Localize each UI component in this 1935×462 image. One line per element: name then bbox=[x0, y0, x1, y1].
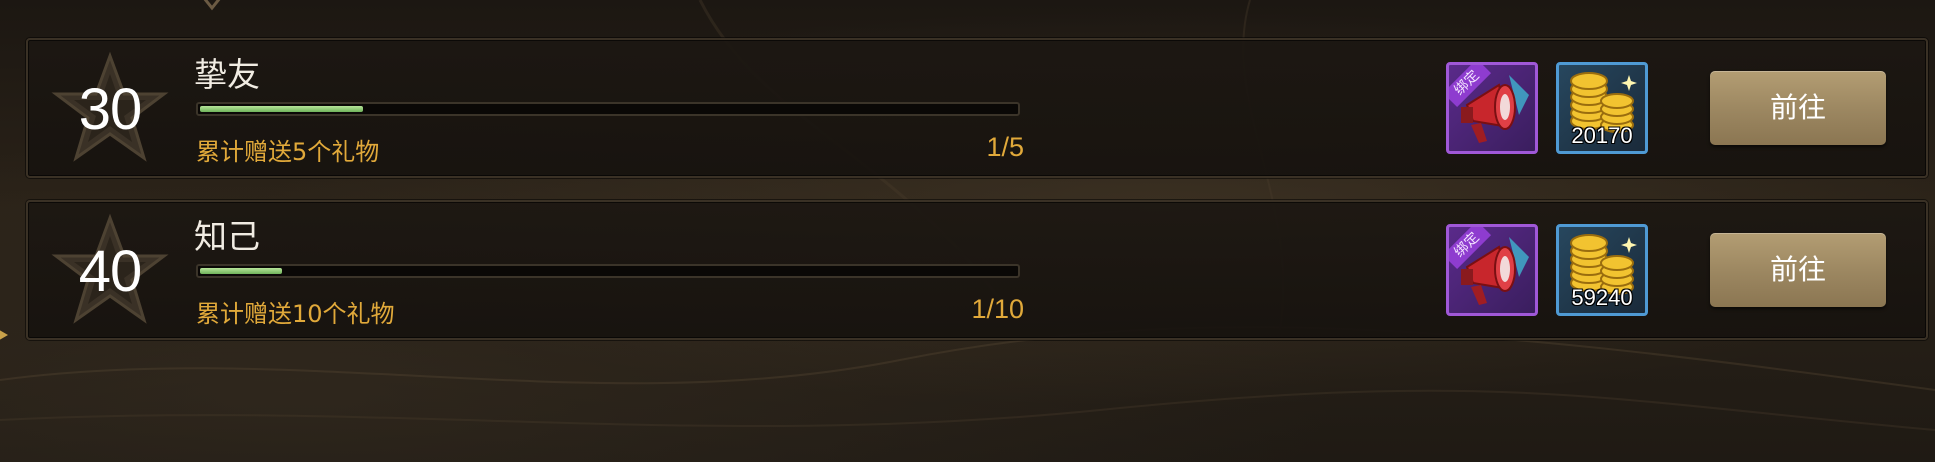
reward-count: 59240 bbox=[1571, 285, 1633, 310]
go-button[interactable]: 前往 bbox=[1710, 71, 1886, 145]
task-description: 累计赠送5个礼物 bbox=[196, 138, 380, 166]
progress-bar bbox=[196, 102, 1020, 116]
reward-count: 20170 bbox=[1571, 123, 1633, 148]
reward-item-megaphone[interactable]: 绑定 bbox=[1446, 62, 1538, 154]
progress-fill bbox=[200, 268, 282, 274]
reward-item-megaphone[interactable]: 绑定 bbox=[1446, 224, 1538, 316]
reward-item-gold[interactable]: 59240 bbox=[1556, 224, 1648, 316]
top-ornament-icon bbox=[203, 0, 221, 11]
left-ornament-icon bbox=[0, 330, 8, 340]
task-progress-count: 1/10 bbox=[971, 294, 1024, 324]
task-row-40: 40 知己 累计赠送10个礼物 1/10 绑定 59240 前往 bbox=[26, 200, 1928, 340]
task-description: 累计赠送10个礼物 bbox=[196, 300, 395, 328]
level-number: 30 bbox=[78, 77, 143, 142]
go-button[interactable]: 前往 bbox=[1710, 233, 1886, 307]
task-title: 知己 bbox=[194, 217, 260, 256]
task-row-30: 30 挚友 累计赠送5个礼物 1/5 绑定 20170 前往 bbox=[26, 38, 1928, 178]
progress-bar bbox=[196, 264, 1020, 278]
task-progress-count: 1/5 bbox=[986, 132, 1024, 162]
level-badge: 30 bbox=[50, 50, 170, 170]
level-number: 40 bbox=[78, 239, 143, 304]
progress-fill bbox=[200, 106, 363, 112]
level-badge: 40 bbox=[50, 212, 170, 332]
reward-item-gold[interactable]: 20170 bbox=[1556, 62, 1648, 154]
task-title: 挚友 bbox=[194, 55, 260, 94]
